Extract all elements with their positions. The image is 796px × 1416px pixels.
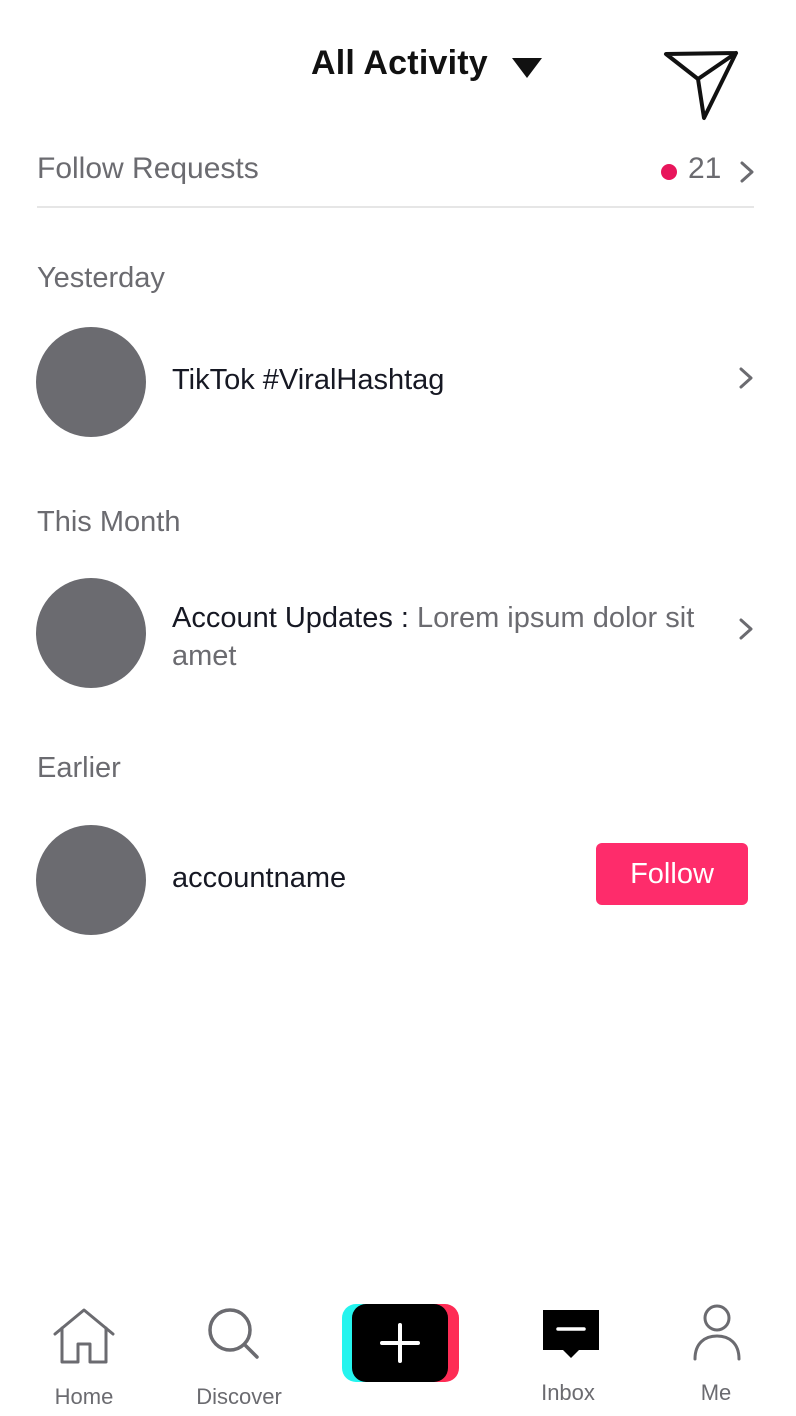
tab-me[interactable]: Me	[656, 1290, 776, 1416]
section-label-yesterday: Yesterday	[37, 262, 165, 294]
avatar	[36, 825, 146, 935]
follow-requests-label: Follow Requests	[37, 152, 259, 185]
caret-down-icon[interactable]	[512, 58, 542, 78]
section-label-this-month: This Month	[37, 506, 181, 538]
tab-discover[interactable]: Discover	[179, 1290, 299, 1416]
search-icon	[208, 1308, 259, 1359]
top-header: All Activity	[0, 0, 796, 130]
follow-requests-row[interactable]: Follow Requests 21	[37, 140, 754, 208]
tab-label: Discover	[196, 1384, 282, 1409]
notification-row-hashtag[interactable]: TikTok #ViralHashtag	[36, 327, 758, 439]
chevron-right-icon	[739, 367, 753, 389]
tab-label: Me	[700, 1380, 732, 1405]
bottom-tab-bar: Home Discover Inbox Me	[0, 1290, 796, 1416]
chevron-right-icon	[740, 161, 754, 183]
avatar	[36, 327, 146, 437]
tab-home[interactable]: Home	[24, 1290, 144, 1416]
create-button[interactable]	[342, 1304, 459, 1382]
follow-requests-count: 21	[688, 152, 722, 185]
paper-plane-icon[interactable]	[662, 48, 740, 122]
tab-label: Inbox	[541, 1380, 595, 1405]
notification-title: Account Updates :	[172, 602, 409, 634]
follower-username: accountname	[172, 862, 347, 894]
profile-icon	[693, 1304, 741, 1361]
notification-title: TikTok #ViralHashtag	[172, 364, 445, 396]
notification-row-account-updates[interactable]: Account Updates : Lorem ipsum dolor sit …	[36, 578, 758, 690]
inbox-message-icon	[543, 1310, 599, 1358]
plus-icon	[380, 1323, 420, 1363]
activity-filter-title[interactable]: All Activity	[311, 44, 488, 83]
follow-button[interactable]: Follow	[596, 843, 748, 905]
notification-dot	[661, 164, 677, 180]
chevron-right-icon	[739, 618, 753, 640]
tab-label: Home	[54, 1384, 114, 1409]
tab-inbox[interactable]: Inbox	[508, 1290, 628, 1416]
home-icon	[53, 1308, 115, 1364]
section-label-earlier: Earlier	[37, 752, 121, 784]
notification-text: Account Updates : Lorem ipsum dolor sit …	[172, 599, 712, 675]
avatar	[36, 578, 146, 688]
